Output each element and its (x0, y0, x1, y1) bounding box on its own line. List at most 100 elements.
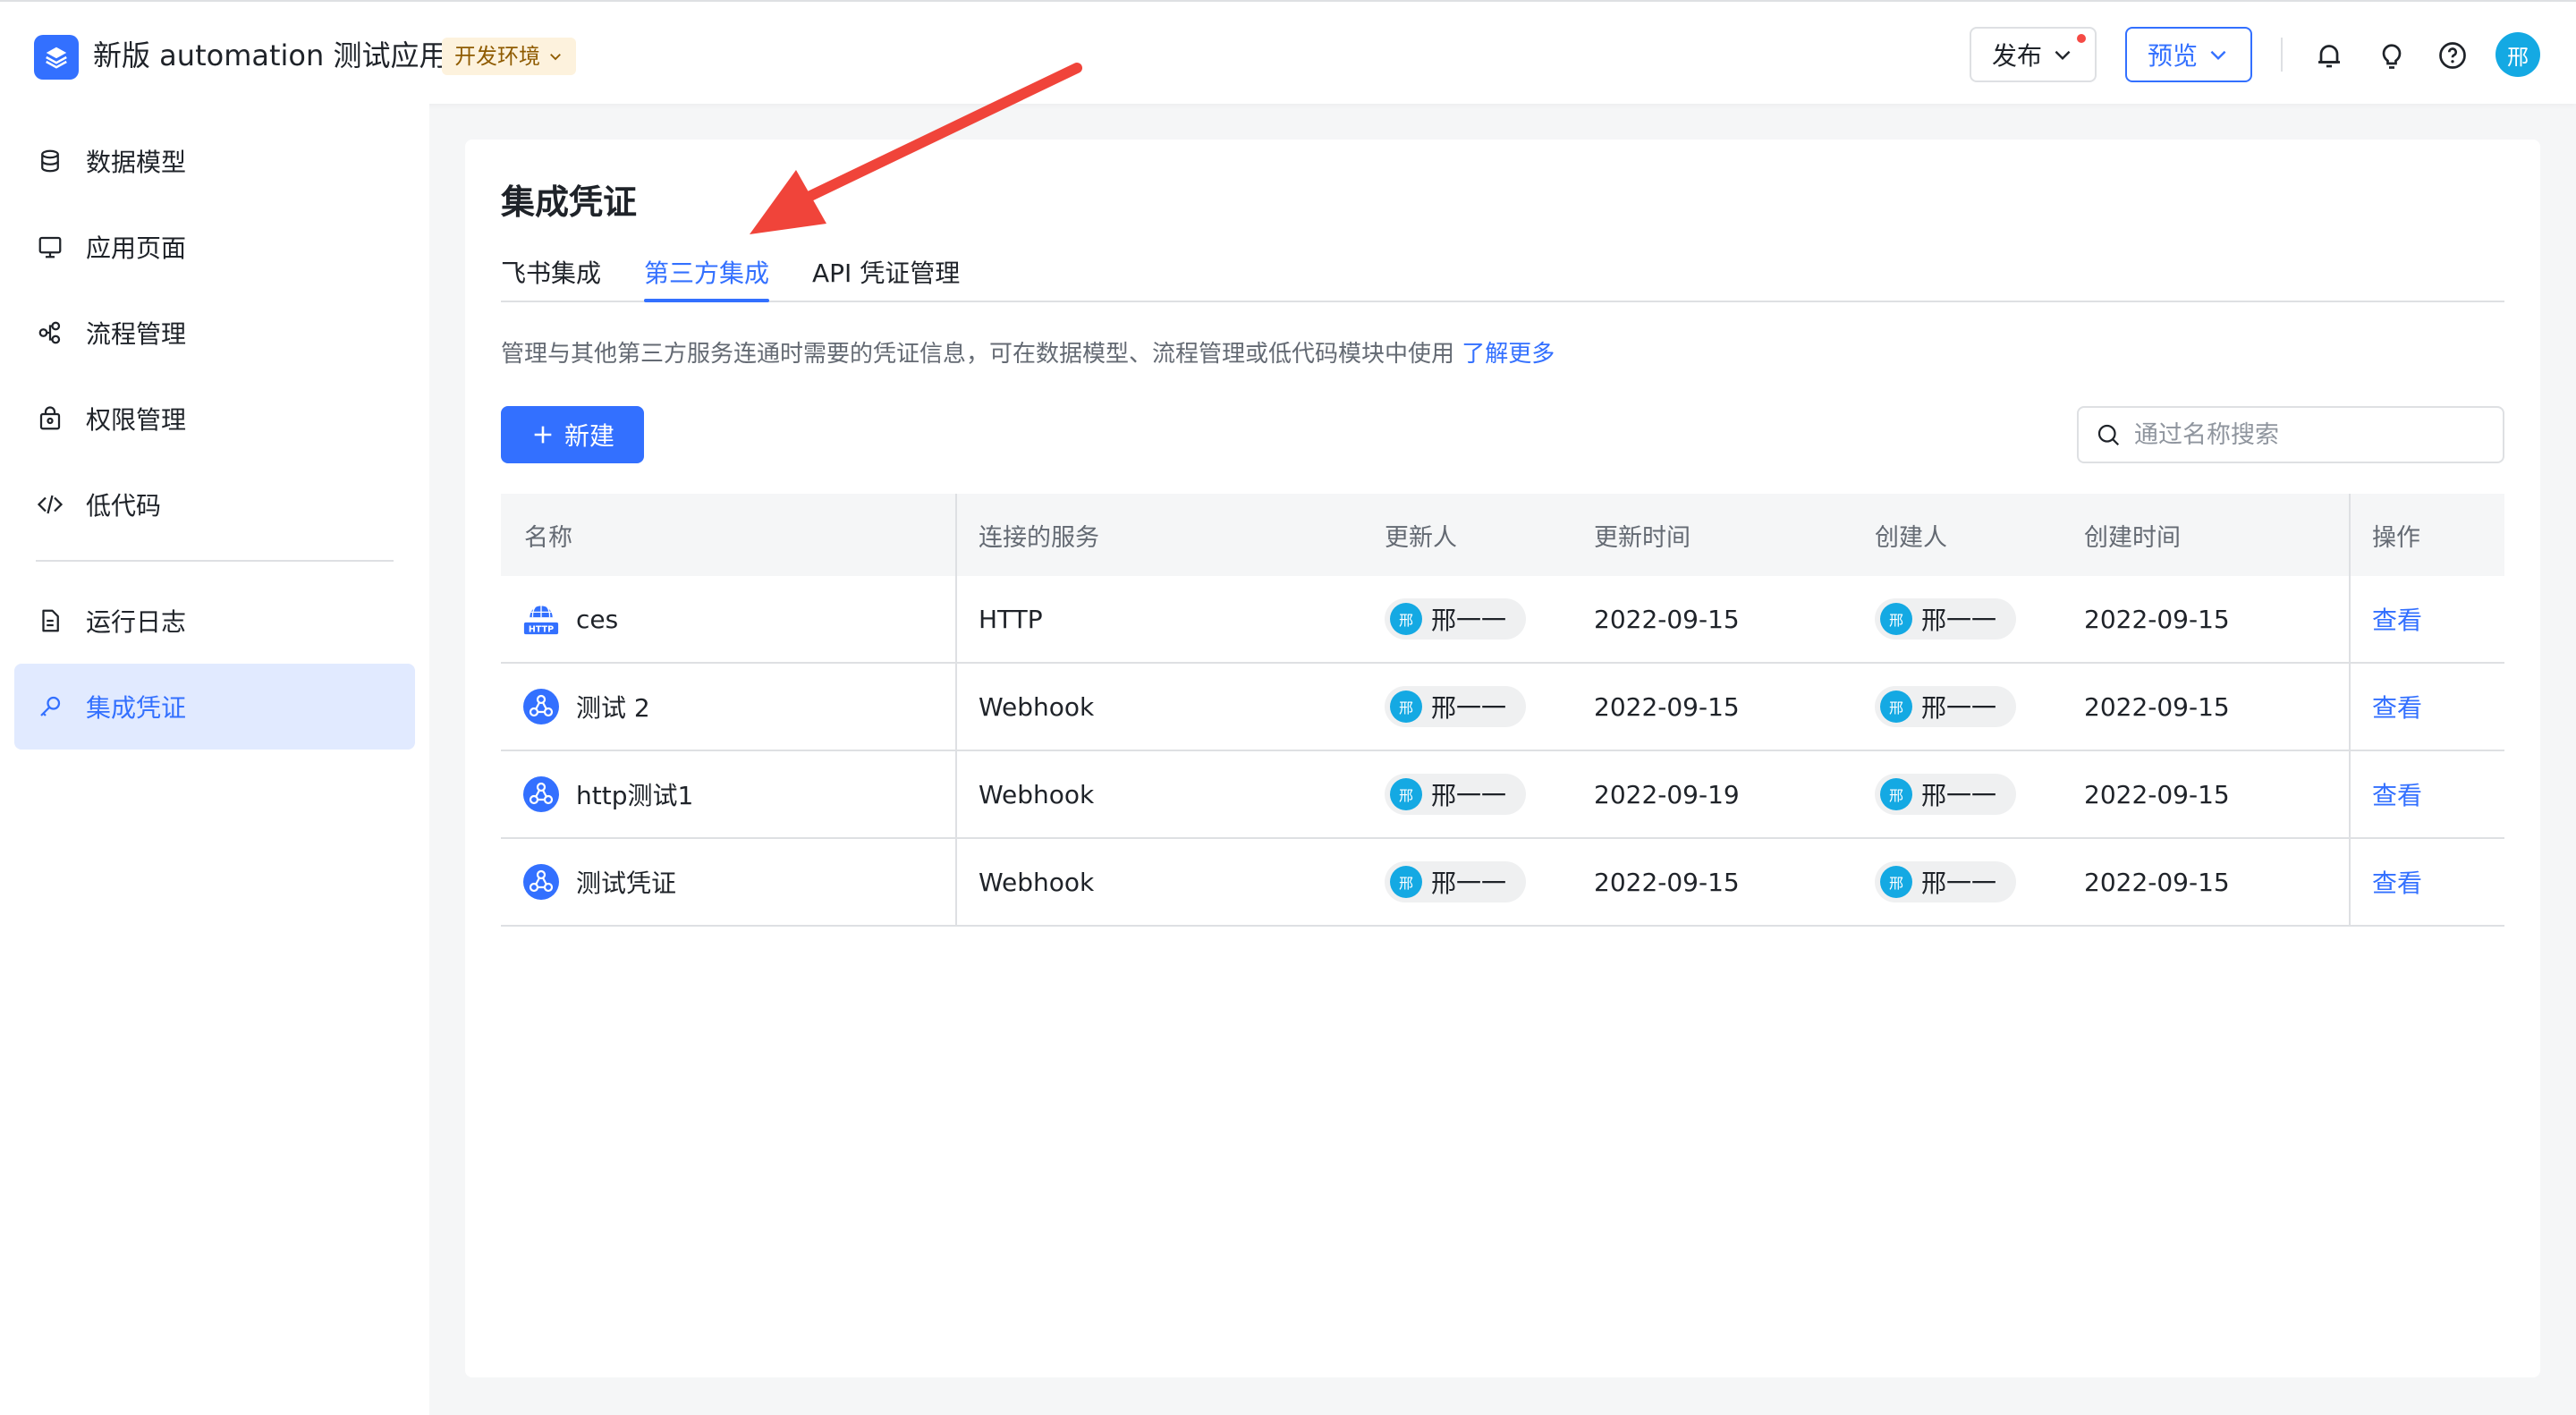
cell-updated-time: 2022-09-15 (1594, 604, 1740, 634)
column-divider (955, 494, 957, 576)
cell-updater: 邢 邢一一 (1385, 576, 1527, 662)
chevron-down-icon (550, 54, 561, 61)
cell-updated-time: 2022-09-15 (1594, 691, 1740, 722)
cell-updater: 邢 邢一一 (1385, 664, 1527, 750)
sidebar-item-data-model[interactable]: 数据模型 (14, 118, 415, 204)
publish-notification-dot (2077, 34, 2086, 43)
description-text: 管理与其他第三方服务连通时需要的凭证信息，可在数据模型、流程管理或低代码模块中使… (501, 341, 1455, 368)
column-divider (2349, 576, 2351, 662)
column-divider (955, 664, 957, 750)
webhook-icon (522, 863, 560, 901)
avatar: 邢 (1880, 866, 1912, 898)
user-chip[interactable]: 邢 邢一一 (1385, 861, 1527, 902)
column-header-creator: 创建人 (1875, 523, 1947, 552)
database-icon (36, 147, 64, 175)
cell-name: 测试凭证 (522, 839, 676, 925)
plus-icon (534, 426, 552, 444)
code-icon (36, 490, 64, 519)
column-divider (955, 576, 957, 662)
column-divider (2349, 664, 2351, 750)
user-chip[interactable]: 邢 邢一一 (1875, 686, 2017, 727)
user-chip[interactable]: 邢 邢一一 (1385, 774, 1527, 815)
view-link[interactable]: 查看 (2372, 751, 2422, 837)
column-divider (2349, 751, 2351, 837)
cell-creator: 邢 邢一一 (1875, 751, 2017, 837)
view-link[interactable]: 查看 (2372, 576, 2422, 662)
sidebar-divider (36, 560, 394, 562)
user-chip[interactable]: 邢 邢一一 (1875, 598, 2017, 640)
user-chip[interactable]: 邢 邢一一 (1385, 686, 1527, 727)
cell-updated-time: 2022-09-15 (1594, 867, 1740, 897)
avatar: 邢 (1390, 866, 1422, 898)
sidebar-item-flow[interactable]: 流程管理 (14, 290, 415, 376)
column-divider (955, 751, 957, 837)
sidebar-item-app-pages[interactable]: 应用页面 (14, 204, 415, 290)
top-bar: 新版 automation 测试应用 开发环境 发布 预览 邢 (0, 0, 2576, 104)
user-name: 邢一一 (1921, 606, 1997, 635)
column-header-updated-time: 更新时间 (1594, 523, 1690, 552)
help-icon[interactable] (2435, 38, 2470, 73)
cell-name: HTTP ces (522, 576, 618, 662)
user-chip[interactable]: 邢 邢一一 (1875, 861, 2017, 902)
lightbulb-icon[interactable] (2374, 38, 2410, 73)
page-title: 集成凭证 (501, 182, 638, 222)
chevron-down-icon (2210, 50, 2226, 61)
cell-created-time: 2022-09-15 (2084, 691, 2230, 722)
flow-icon (36, 318, 64, 347)
sidebar-item-label: 运行日志 (86, 607, 187, 637)
svg-text:HTTP: HTTP (529, 624, 554, 634)
publish-button[interactable]: 发布 (1970, 27, 2097, 82)
cell-name: 测试 2 (522, 664, 650, 750)
sidebar-item-label: 应用页面 (86, 233, 187, 263)
tab-third-party-integration[interactable]: 第三方集成 (644, 247, 770, 302)
learn-more-link[interactable]: 了解更多 (1462, 341, 1555, 368)
user-chip[interactable]: 邢 邢一一 (1875, 774, 2017, 815)
sidebar-item-run-logs[interactable]: 运行日志 (14, 578, 415, 664)
credentials-table: 名称 连接的服务 更新人 更新时间 创建人 创建时间 操作 HTTP ces H… (501, 494, 2504, 927)
cell-service: Webhook (979, 779, 1095, 809)
credential-name: ces (576, 604, 619, 634)
sidebar-item-low-code[interactable]: 低代码 (14, 462, 415, 547)
user-name: 邢一一 (1431, 781, 1507, 810)
bell-icon[interactable] (2311, 38, 2347, 73)
user-chip[interactable]: 邢 邢一一 (1385, 598, 1527, 640)
env-badge-dropdown[interactable]: 开发环境 (442, 38, 576, 75)
sidebar-item-permissions[interactable]: 权限管理 (14, 376, 415, 462)
column-divider (955, 839, 957, 925)
cell-service: Webhook (979, 867, 1095, 897)
app-title: 新版 automation 测试应用 (93, 38, 448, 72)
cell-creator: 邢 邢一一 (1875, 839, 2017, 925)
view-link[interactable]: 查看 (2372, 664, 2422, 750)
cell-creator: 邢 邢一一 (1875, 664, 2017, 750)
sidebar-item-label: 流程管理 (86, 319, 187, 349)
cell-service: Webhook (979, 691, 1095, 722)
webhook-icon (522, 775, 560, 813)
preview-label: 预览 (2147, 41, 2198, 71)
cell-created-time: 2022-09-15 (2084, 779, 2230, 809)
webhook-icon (522, 688, 560, 725)
tab-feishu-integration[interactable]: 飞书集成 (501, 247, 601, 301)
sidebar-item-label: 低代码 (86, 491, 162, 521)
sidebar-item-credentials[interactable]: 集成凭证 (14, 664, 415, 750)
monitor-icon (36, 233, 64, 261)
cell-updater: 邢 邢一一 (1385, 839, 1527, 925)
app-logo-icon[interactable] (34, 35, 79, 80)
view-link[interactable]: 查看 (2372, 839, 2422, 925)
avatar: 邢 (1390, 691, 1422, 723)
user-name: 邢一一 (1921, 693, 1997, 723)
new-credential-button[interactable]: 新建 (501, 406, 644, 463)
tab-api-credentials[interactable]: API 凭证管理 (812, 247, 960, 301)
preview-button[interactable]: 预览 (2125, 27, 2252, 82)
sidebar-item-label: 集成凭证 (86, 693, 187, 723)
column-header-name: 名称 (524, 523, 572, 552)
cell-created-time: 2022-09-15 (2084, 604, 2230, 634)
cell-updater: 邢 邢一一 (1385, 751, 1527, 837)
search-input[interactable] (2134, 420, 2474, 449)
user-avatar[interactable]: 邢 (2496, 32, 2540, 77)
credential-name: http测试1 (576, 781, 694, 810)
table-row: HTTP ces HTTP 邢 邢一一 2022-09-15 邢 邢一一 202… (501, 576, 2504, 664)
sidebar-item-label: 权限管理 (86, 405, 187, 435)
avatar: 邢 (1390, 603, 1422, 635)
column-header-created-time: 创建时间 (2084, 523, 2181, 552)
column-divider (2349, 839, 2351, 925)
